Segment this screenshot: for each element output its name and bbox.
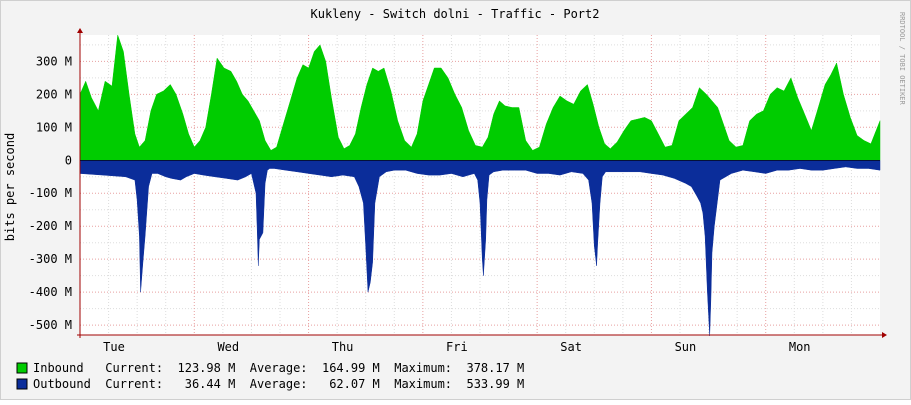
y-tick-label: 200 M <box>36 87 72 101</box>
x-tick-label: Sat <box>560 340 582 354</box>
x-tick-label: Fri <box>446 340 468 354</box>
y-tick-label: 100 M <box>36 120 72 134</box>
legend-swatch-outbound <box>16 378 28 390</box>
y-tick-label: -400 M <box>29 285 72 299</box>
y-tick-label: 0 <box>65 153 72 167</box>
legend-outbound: Outbound Current: 36.44 M Average: 62.07… <box>16 377 524 391</box>
x-tick-label: Wed <box>217 340 239 354</box>
x-tick-label: Tue <box>103 340 125 354</box>
chart-title: Kukleny - Switch dolni - Traffic - Port2 <box>311 7 600 21</box>
legend-text-inbound: Inbound Current: 123.98 M Average: 164.9… <box>33 361 524 375</box>
y-tick-label: -300 M <box>29 252 72 266</box>
y-tick-label: 300 M <box>36 54 72 68</box>
x-tick-label: Sun <box>675 340 697 354</box>
y-tick-label: -100 M <box>29 186 72 200</box>
traffic-graph: Tue Wed Thu Fri Sat Sun Mon 300 M 200 M 100 M 0 -10… <box>0 0 911 400</box>
traffic-chart: Tue Wed Thu Fri Sat Sun Mon 300 M 200 M 100 M 0 -10… <box>0 0 911 400</box>
rrdtool-watermark: RRDTOOL / TOBI OETIKER <box>898 12 906 106</box>
x-tick-label: Thu <box>332 340 354 354</box>
y-axis-label: bits per second <box>3 133 17 241</box>
legend-text-outbound: Outbound Current: 36.44 M Average: 62.07… <box>33 377 524 391</box>
legend-swatch-inbound <box>16 362 28 374</box>
y-tick-label: -200 M <box>29 219 72 233</box>
x-tick-label: Mon <box>789 340 811 354</box>
y-tick-label: -500 M <box>29 318 72 332</box>
legend-inbound: Inbound Current: 123.98 M Average: 164.9… <box>16 361 524 375</box>
